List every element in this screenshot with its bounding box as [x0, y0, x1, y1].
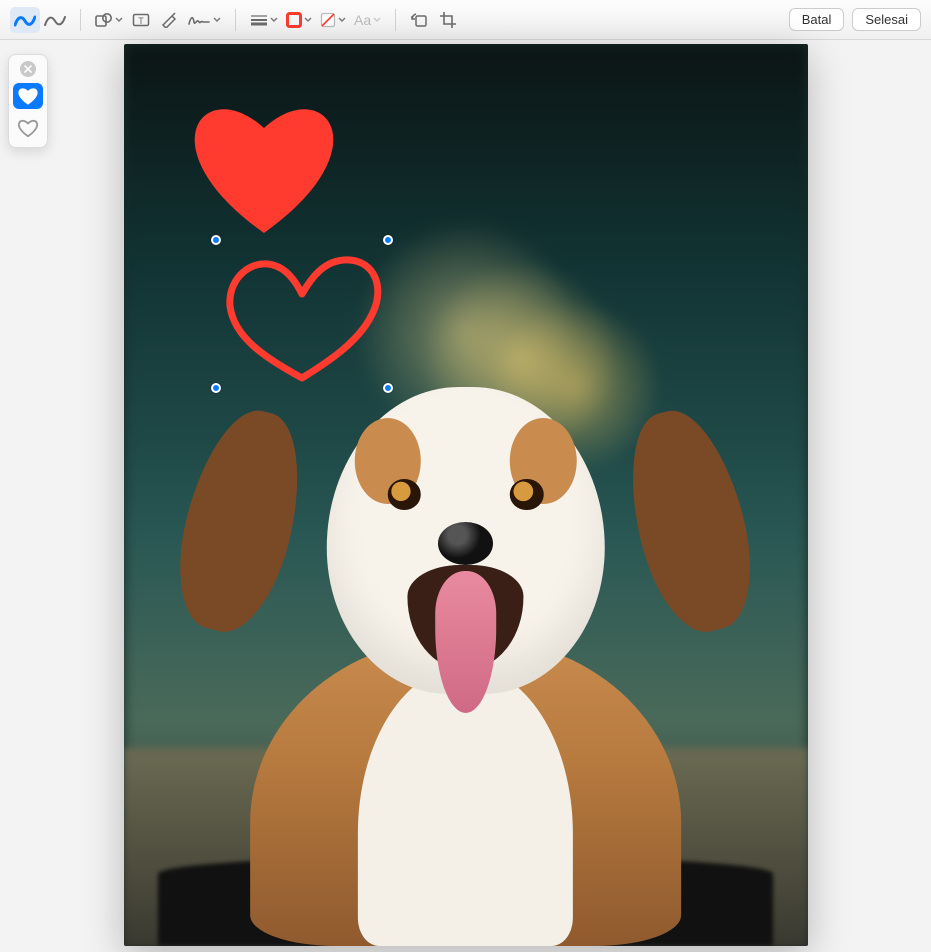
crop-tool[interactable]: [434, 7, 462, 33]
insert-tools-group: T: [91, 7, 225, 33]
sign-tool[interactable]: [183, 7, 225, 33]
selection-handle[interactable]: [211, 383, 221, 393]
sketch-tool[interactable]: [10, 7, 40, 33]
style-tools-group: Aa: [246, 7, 385, 33]
done-button[interactable]: Selesai: [852, 8, 921, 31]
selection-handle[interactable]: [383, 235, 393, 245]
annotation-heart-outline[interactable]: [216, 240, 388, 388]
annotation-heart-filled[interactable]: [179, 88, 349, 238]
selection-handle[interactable]: [383, 383, 393, 393]
separator: [235, 9, 236, 31]
chevron-down-icon: [115, 17, 123, 23]
separator: [395, 9, 396, 31]
line-style-tool[interactable]: [246, 7, 282, 33]
fill-color-tool[interactable]: [316, 7, 350, 33]
font-style-tool[interactable]: Aa: [350, 7, 385, 33]
canvas-area: [0, 40, 931, 952]
font-style-icon: Aa: [354, 12, 371, 28]
chevron-down-icon: [338, 17, 346, 23]
svg-text:T: T: [138, 16, 144, 26]
chevron-down-icon: [373, 17, 381, 23]
stroke-color-tool[interactable]: [282, 7, 316, 33]
photo-canvas[interactable]: [124, 44, 808, 946]
draw-tool[interactable]: [40, 7, 70, 33]
cancel-button[interactable]: Batal: [789, 8, 845, 31]
draw-tools-group: [10, 7, 70, 33]
highlight-tool[interactable]: [155, 7, 183, 33]
transform-tools-group: [406, 7, 462, 33]
shapes-tool[interactable]: [91, 7, 127, 33]
markup-toolbar: T Aa: [0, 0, 931, 40]
selection-handle[interactable]: [211, 235, 221, 245]
chevron-down-icon: [213, 17, 221, 23]
text-tool[interactable]: T: [127, 7, 155, 33]
photo-subject-dog: [226, 387, 705, 946]
chevron-down-icon: [304, 17, 312, 23]
chevron-down-icon: [270, 17, 278, 23]
separator: [80, 9, 81, 31]
rotate-tool[interactable]: [406, 7, 434, 33]
